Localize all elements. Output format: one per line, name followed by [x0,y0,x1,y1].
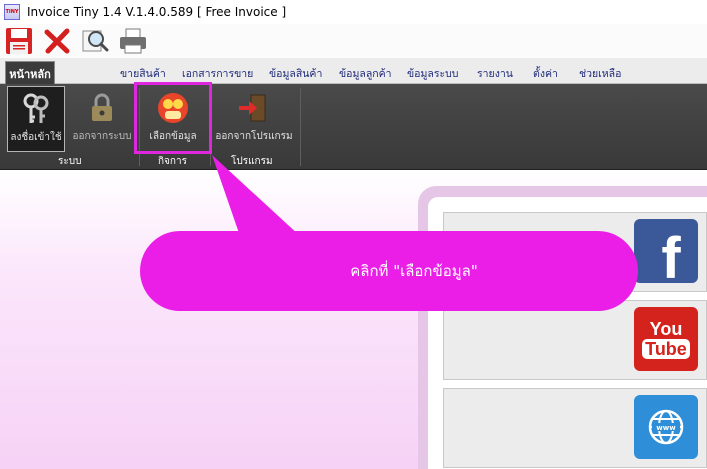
keys-icon [23,93,49,123]
youtube-icon: You [649,319,683,339]
youtube-tube-text: Tube [642,339,690,359]
menu-system-data[interactable]: ข้อมูลระบบ [407,65,458,82]
title-bar: TINY Invoice Tiny 1.4 V.1.4.0.589 [ Free… [0,0,707,24]
callout-text: คลิกที่ "เลือกข้อมูล" [350,262,478,280]
group-divider [300,88,301,166]
menu-sell-products[interactable]: ขายสินค้า [120,65,166,82]
exit-program-label: ออกจากโปรแกรม [215,131,293,142]
red-x-icon [44,28,70,54]
website-link[interactable]: www [634,395,698,459]
facebook-icon: f [661,225,681,291]
group-label-system: ระบบ [58,156,82,167]
window-title: Invoice Tiny 1.4 V.1.4.0.589 [ Free Invo… [27,5,287,19]
menu-sales-documents[interactable]: เอกสารการขาย [182,65,253,82]
login-label: ลงชื่อเข้าใช้ [10,132,62,143]
svg-text:www: www [656,424,676,432]
globe-icon: www [648,409,684,445]
floppy-disk-icon [6,28,32,54]
quick-toolbar [0,24,707,58]
highlight-box [134,82,212,154]
exit-program-button[interactable]: ออกจากโปรแกรม [212,86,296,152]
printer-icon [120,28,146,54]
logout-label: ออกจากระบบ [72,131,132,142]
tab-home[interactable]: หน้าหลัก [5,61,55,85]
exit-door-icon [239,94,266,122]
app-logo-icon: TINY [4,4,20,20]
menu-product-data[interactable]: ข้อมูลสินค้า [269,65,322,82]
logout-button[interactable]: ออกจากระบบ [71,86,133,152]
padlock-icon [92,93,112,121]
group-label-program: โปรแกรม [231,156,273,167]
ribbon-panel: ลงชื่อเข้าใช้ ออกจากระบบ เลือกข้อมูล ออก… [0,84,707,170]
preview-button[interactable] [80,26,110,56]
delete-button[interactable] [42,26,72,56]
save-button[interactable] [4,26,34,56]
menu-reports[interactable]: รายงาน [477,65,513,82]
facebook-link[interactable]: f [634,219,698,291]
instruction-callout: คลิกที่ "เลือกข้อมูล" [140,231,638,311]
youtube-link[interactable]: You Tube [634,307,698,371]
login-button[interactable]: ลงชื่อเข้าใช้ [7,86,65,152]
group-label-business: กิจการ [158,156,187,167]
menu-settings[interactable]: ตั้งค่า [533,65,558,82]
menu-help[interactable]: ช่วยเหลือ [579,65,621,82]
menu-bar: หน้าหลัก ขายสินค้า เอกสารการขาย ข้อมูลสิ… [0,58,707,85]
magnifier-icon [82,30,109,52]
print-button[interactable] [118,26,148,56]
menu-customer-data[interactable]: ข้อมูลลูกค้า [339,65,392,82]
